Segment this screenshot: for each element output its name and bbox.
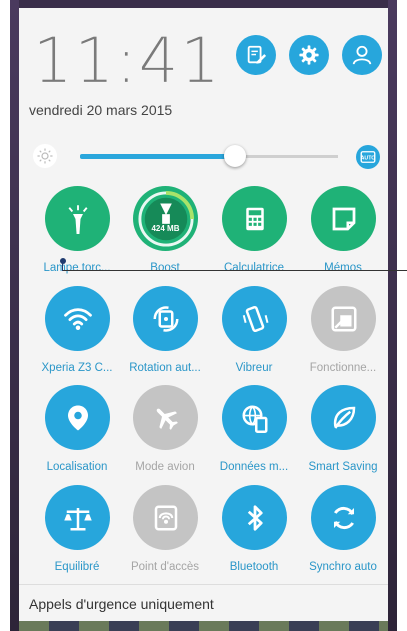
tile-boost[interactable]: 424 MB Boost — [119, 186, 211, 281]
memo-icon — [332, 207, 355, 230]
tile-rotation[interactable]: Rotation aut... — [119, 286, 211, 381]
tile-label: Équilibré — [54, 561, 100, 573]
tile-label: Localisation — [46, 461, 108, 473]
user-button[interactable] — [342, 35, 382, 75]
airplane-icon — [156, 408, 178, 430]
boost-memory-badge: 424 MB — [151, 224, 180, 233]
brightness-fill — [80, 154, 235, 159]
user-icon — [352, 45, 372, 65]
toggle-circle[interactable] — [222, 286, 287, 351]
leaf-icon — [333, 406, 355, 429]
calculator-icon — [245, 207, 264, 230]
flashlight-icon — [68, 204, 87, 234]
toggle-circle[interactable] — [133, 385, 198, 450]
emergency-calls-label: Appels d'urgence uniquement — [29, 596, 214, 612]
tile-mobile-data[interactable]: Données m... — [208, 385, 300, 480]
tile-label: Lampe torc... — [43, 262, 111, 274]
tile-wifi[interactable]: Xperia Z3 C... — [31, 286, 123, 381]
screen-mirror-icon — [331, 306, 356, 331]
bluetooth-icon — [247, 504, 263, 531]
tile-location[interactable]: Localisation — [31, 385, 123, 480]
tile-label: Mode avion — [135, 461, 195, 473]
tile-hotspot[interactable]: Point d'accès — [119, 485, 211, 580]
tile-label: Rotation aut... — [129, 362, 201, 374]
tile-label: Données m... — [219, 461, 289, 473]
toggle-circle[interactable] — [133, 485, 198, 550]
balance-icon — [63, 507, 92, 530]
location-icon — [67, 405, 88, 430]
toggle-circle[interactable] — [311, 385, 376, 450]
tile-label: Bluetooth — [229, 561, 279, 573]
frame-edge-left — [10, 0, 19, 631]
edit-icon — [247, 45, 267, 64]
tile-bluetooth[interactable]: Bluetooth — [208, 485, 300, 580]
settings-button[interactable] — [289, 35, 329, 75]
frame-edge-right — [388, 0, 397, 631]
tile-leaf[interactable]: Smart Saving — [297, 385, 389, 480]
tile-label: Calculatrice — [223, 262, 285, 274]
tile-flashlight[interactable]: Lampe torc... — [31, 186, 123, 281]
toggle-circle[interactable] — [45, 286, 110, 351]
tile-memo[interactable]: Mémos — [297, 186, 389, 281]
wifi-icon — [63, 307, 92, 330]
brightness-control: AUTO — [30, 138, 380, 174]
tile-label: Xperia Z3 C... — [41, 362, 113, 374]
toggle-circle[interactable] — [222, 485, 287, 550]
svg-text:AUTO: AUTO — [361, 156, 376, 162]
vibrate-icon — [242, 305, 268, 332]
brightness-icon — [33, 144, 57, 168]
toggle-circle[interactable] — [311, 485, 376, 550]
mobile-data-icon — [242, 405, 267, 433]
brightness-slider-thumb[interactable] — [223, 145, 246, 167]
tile-label: Vibreur — [235, 362, 273, 374]
edit-button[interactable] — [236, 35, 276, 75]
tile-label: Fonctionne... — [309, 362, 377, 374]
auto-brightness-icon: AUTO — [360, 151, 376, 163]
callout-dot — [60, 258, 66, 264]
clock: 11:41 — [33, 24, 222, 97]
divider — [19, 584, 388, 585]
tile-vibrate[interactable]: Vibreur — [208, 286, 300, 381]
rotation-icon — [153, 305, 178, 332]
background-strip — [19, 621, 388, 631]
tile-sync[interactable]: Synchro auto — [297, 485, 389, 580]
tile-label: Boost — [150, 262, 180, 274]
sync-icon — [333, 506, 354, 529]
toggle-circle[interactable] — [311, 286, 376, 351]
toggle-circle[interactable] — [45, 186, 110, 251]
date-label: vendredi 20 mars 2015 — [29, 102, 173, 118]
auto-brightness-button[interactable]: AUTO — [356, 145, 380, 169]
tile-label: Synchro auto — [309, 561, 377, 573]
toggle-circle[interactable] — [133, 286, 198, 351]
quick-settings-panel: 11:41 vendredi 20 mars 2015 AUTO Lampe t… — [19, 8, 388, 621]
toggle-circle[interactable] — [45, 485, 110, 550]
toggle-circle[interactable] — [222, 385, 287, 450]
tile-label: Point d'accès — [130, 561, 200, 573]
gear-icon — [299, 45, 319, 65]
hotspot-icon — [154, 505, 177, 530]
tile-balance[interactable]: Équilibré — [31, 485, 123, 580]
tile-airplane[interactable]: Mode avion — [119, 385, 211, 480]
toggle-circle[interactable] — [311, 186, 376, 251]
callout-line — [63, 270, 407, 271]
toggle-circle[interactable]: 424 MB — [133, 186, 198, 251]
toggle-circle[interactable] — [45, 385, 110, 450]
tile-label: Smart Saving — [308, 461, 378, 473]
boost-icon — [137, 190, 194, 247]
tile-label: Mémos — [324, 262, 362, 274]
tile-calculator[interactable]: Calculatrice — [208, 186, 300, 281]
tile-screen-mirror[interactable]: Fonctionne... — [297, 286, 389, 381]
toggle-circle[interactable] — [222, 186, 287, 251]
